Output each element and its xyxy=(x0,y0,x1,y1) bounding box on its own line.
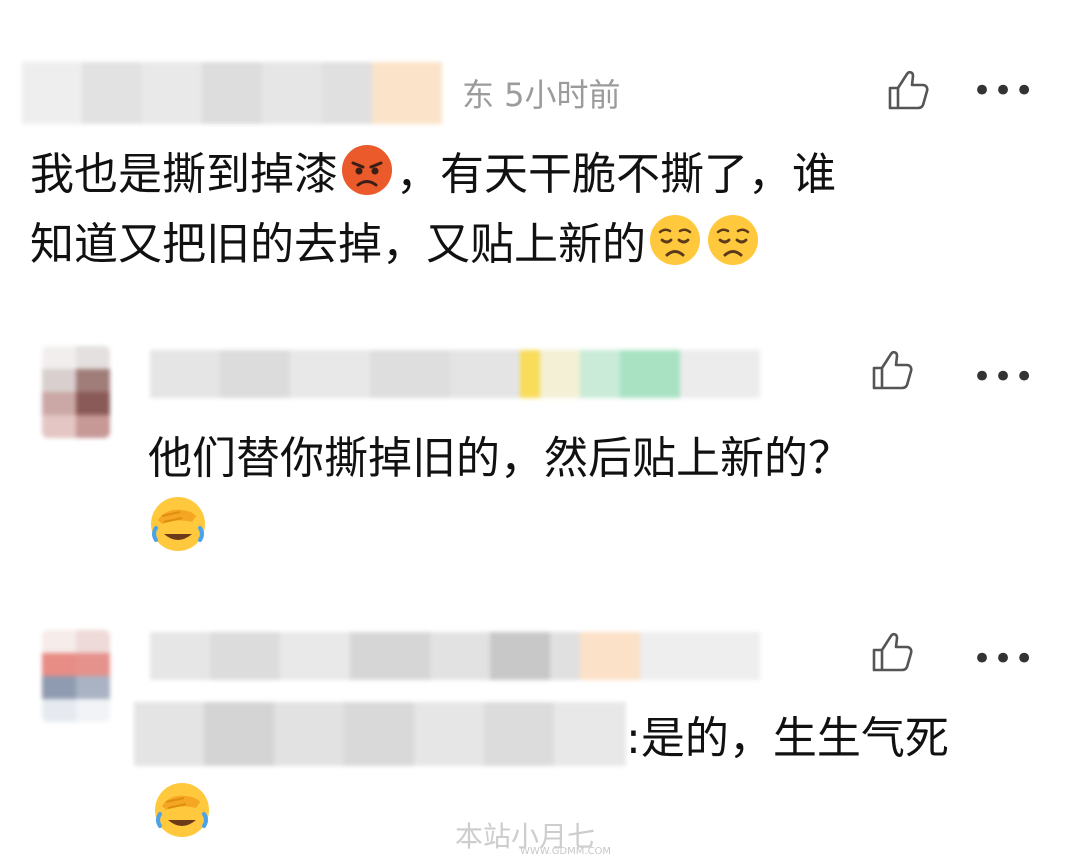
more-dots-icon[interactable]: ••• xyxy=(972,74,1035,108)
more-dots-icon[interactable]: ••• xyxy=(972,642,1035,676)
comment-meta: 东 5小时前 xyxy=(462,76,621,114)
sad-face-emoji xyxy=(650,215,700,265)
username-blurred xyxy=(150,350,760,398)
comment-text: 我也是撕到掉漆 ，有天干脆不撕了，谁 知道又把旧的去掉，又贴上新的 xyxy=(30,140,1050,280)
comment-text-body: 是的，生生气死 xyxy=(640,713,949,764)
comment-text-line1-after: ，有天干脆不撕了，谁 xyxy=(396,149,836,200)
comment-text: :是的，生生气死 xyxy=(626,713,949,764)
avatar[interactable] xyxy=(42,630,110,722)
more-dots-icon[interactable]: ••• xyxy=(972,360,1035,394)
sad-face-emoji xyxy=(708,215,758,265)
thumbs-up-icon[interactable] xyxy=(868,628,916,676)
angry-face-emoji xyxy=(342,145,392,195)
comment-text: 他们替你撕掉旧的，然后贴上新的？ xyxy=(148,424,1048,567)
comment-text-body: 他们替你撕掉旧的，然后贴上新的？ xyxy=(148,433,852,484)
thumbs-up-icon[interactable] xyxy=(884,66,932,114)
comment-text-line2: 知道又把旧的去掉，又贴上新的 xyxy=(30,219,646,270)
comment-text-line1: 我也是撕到掉漆 xyxy=(30,149,338,200)
facepalm-laugh-emoji xyxy=(155,783,209,837)
thumbs-up-icon[interactable] xyxy=(868,346,916,394)
facepalm-laugh-emoji xyxy=(151,497,205,551)
username-blurred xyxy=(150,632,760,680)
username-blurred xyxy=(22,62,442,124)
avatar[interactable] xyxy=(42,346,110,438)
watermark-url: WWW.GDMM.COM xyxy=(520,846,612,857)
quoted-user-blurred xyxy=(134,702,626,766)
